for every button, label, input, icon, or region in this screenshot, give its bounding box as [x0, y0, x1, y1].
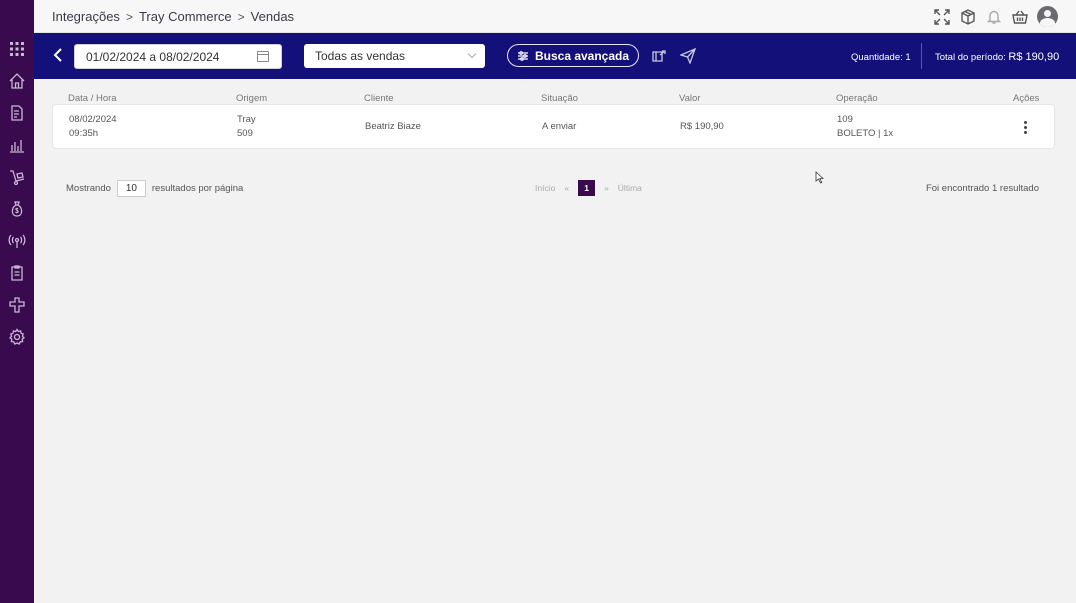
broadcast-icon[interactable]: [6, 230, 28, 252]
page-next-link[interactable]: »: [604, 183, 609, 193]
apps-grid-icon[interactable]: [6, 38, 28, 60]
per-page-suffix: resultados por página: [151, 183, 244, 194]
period-total: Total do período: R$ 190,90: [935, 51, 1059, 63]
column-header-date: Data / Hora: [68, 93, 117, 104]
notification-bell-icon[interactable]: [985, 7, 1003, 27]
export-table-icon[interactable]: [651, 48, 667, 64]
page-first-link[interactable]: Início: [535, 183, 555, 193]
date-range-input[interactable]: 01/02/2024 a 08/02/2024: [74, 44, 282, 69]
fullscreen-icon[interactable]: [933, 7, 951, 27]
results-count: Foi encontrado 1 resultado: [925, 183, 1039, 194]
table-row[interactable]: 08/02/2024 09:35h Tray 509 Beatriz Biaze…: [52, 104, 1055, 149]
header-actions: [933, 6, 1058, 27]
money-bag-icon[interactable]: [6, 198, 28, 220]
cell-time: 09:35h: [69, 128, 99, 139]
period-total-value: R$ 190,90: [1008, 51, 1060, 63]
sales-filter-value: Todas as vendas: [315, 49, 406, 63]
sales-filter-select[interactable]: Todas as vendas: [304, 44, 485, 68]
clipboard-icon[interactable]: [6, 262, 28, 284]
document-edit-icon[interactable]: [6, 102, 28, 124]
sidebar: [0, 0, 34, 603]
row-actions-menu-icon[interactable]: [1022, 121, 1028, 135]
hand-truck-icon[interactable]: [6, 166, 28, 188]
plugin-icon[interactable]: [6, 294, 28, 316]
breadcrumb: Integrações > Tray Commerce > Vendas: [52, 9, 294, 24]
column-header-origin: Origem: [236, 93, 268, 104]
settings-gear-icon[interactable]: [6, 326, 28, 348]
table-header: Data / Hora Origem Cliente Situação Valo…: [34, 90, 1076, 104]
mouse-cursor-icon: [815, 171, 825, 184]
cell-date-time: 08/02/2024 09:35h: [69, 113, 117, 141]
page-prev-link[interactable]: «: [564, 183, 569, 193]
breadcrumb-separator: >: [125, 9, 133, 24]
column-header-client: Cliente: [364, 93, 394, 104]
cell-operation-detail: BOLETO | 1x: [837, 128, 894, 139]
column-header-status: Situação: [541, 93, 578, 104]
breadcrumb-separator: >: [237, 9, 245, 24]
period-total-label: Total do período:: [935, 52, 1006, 63]
advanced-search-label: Busca avançada: [534, 48, 630, 63]
column-header-operation: Operação: [836, 93, 878, 104]
cell-origin-id: 509: [237, 128, 253, 139]
cell-operation: 109 BOLETO | 1x: [837, 113, 893, 141]
shopping-basket-icon[interactable]: [1011, 7, 1029, 27]
home-icon[interactable]: [6, 70, 28, 92]
cell-value: R$ 190,90: [680, 121, 724, 132]
page-links: Início « 1 » Última: [535, 180, 642, 196]
cell-date: 08/02/2024: [69, 114, 117, 125]
date-range-value: 01/02/2024 a 08/02/2024: [86, 50, 220, 64]
filter-toolbar: 01/02/2024 a 08/02/2024 Todas as vendas …: [34, 33, 1076, 79]
cell-operation-id: 109: [837, 114, 853, 125]
send-icon[interactable]: [679, 47, 697, 65]
per-page-input[interactable]: 10: [116, 180, 146, 197]
user-avatar[interactable]: [1037, 6, 1058, 27]
breadcrumb-item-vendas: Vendas: [250, 9, 295, 24]
top-header: Integrações > Tray Commerce > Vendas: [34, 0, 1076, 33]
quantity-label: Quantidade: 1: [851, 52, 911, 63]
breadcrumb-item-integracoes[interactable]: Integrações: [52, 9, 120, 24]
package-icon[interactable]: [959, 7, 977, 27]
column-header-actions: Ações: [1013, 93, 1040, 104]
back-chevron-icon[interactable]: [52, 47, 66, 65]
cell-client: Beatriz Biaze: [365, 121, 421, 132]
advanced-search-button[interactable]: Busca avançada: [507, 44, 639, 67]
page-last-link[interactable]: Última: [618, 183, 642, 193]
column-header-value: Valor: [679, 93, 701, 104]
toolbar-divider: [921, 43, 922, 69]
pagination-bar: Mostrando 10 resultados por página Iníci…: [34, 178, 1076, 200]
page-current[interactable]: 1: [578, 180, 596, 196]
breadcrumb-item-tray-commerce[interactable]: Tray Commerce: [139, 9, 232, 24]
cell-status: A enviar: [542, 121, 577, 132]
cell-origin: Tray 509: [237, 113, 256, 141]
calendar-icon[interactable]: [257, 51, 269, 62]
showing-label: Mostrando: [66, 183, 111, 194]
per-page-control: Mostrando 10 resultados por página: [66, 180, 243, 197]
sliders-icon: [517, 50, 528, 61]
cell-origin-name: Tray: [237, 114, 256, 125]
chevron-down-icon: [467, 49, 477, 59]
bar-chart-icon[interactable]: [6, 134, 28, 156]
